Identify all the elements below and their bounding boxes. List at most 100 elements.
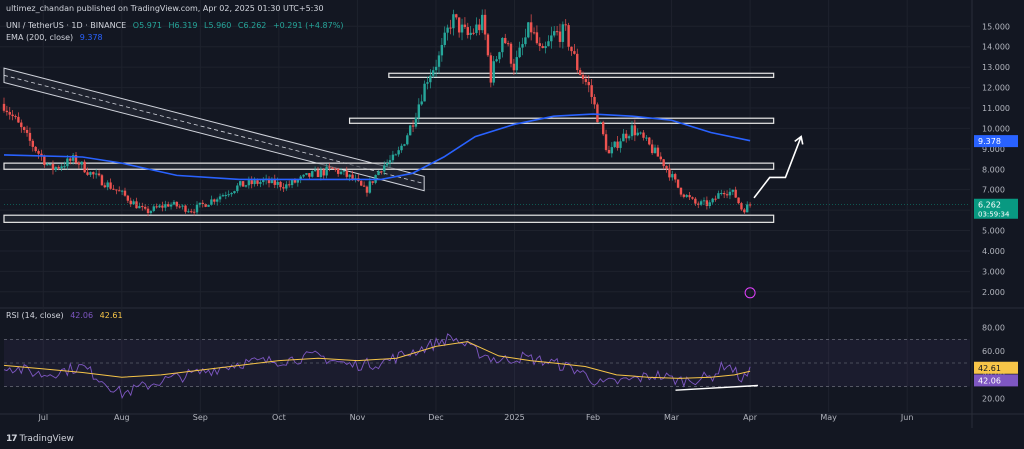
candle-body: [236, 185, 239, 192]
time-tick-label: Mar: [664, 413, 680, 422]
rsi-tick-label: 20.00: [982, 395, 1005, 404]
candle-body: [529, 22, 533, 33]
brand-text: TradingView: [19, 434, 74, 444]
candle-body: [564, 24, 567, 26]
candle-body: [385, 163, 389, 166]
candle-body: [204, 203, 207, 207]
time-tick-label: Feb: [586, 413, 600, 422]
candle-body: [743, 209, 746, 213]
candle-body: [221, 195, 225, 197]
candle-body: [94, 173, 98, 175]
candle-body: [51, 163, 55, 170]
price-tick-label: 5.000: [982, 227, 1005, 236]
candle-body: [668, 168, 671, 178]
candle-body: [282, 187, 285, 189]
candle-body: [501, 37, 504, 53]
price-tick-label: 13.000: [982, 63, 1010, 72]
candle-body: [43, 156, 46, 165]
candle-body: [262, 180, 265, 183]
candle-body: [627, 136, 631, 139]
candle-body: [100, 175, 104, 186]
candle-body: [34, 146, 37, 152]
candle-body: [599, 122, 602, 124]
candle-body: [400, 145, 403, 151]
candle-body: [613, 141, 616, 148]
rsi-tick-label: 60.00: [982, 347, 1005, 356]
candle-body: [720, 193, 723, 195]
candle-body: [515, 57, 518, 71]
candle-body: [498, 52, 501, 60]
candle-body: [443, 32, 446, 45]
candle-body: [553, 31, 556, 36]
candle-body: [339, 171, 343, 174]
candle-body: [138, 206, 141, 209]
candle-body: [103, 185, 107, 188]
candle-body: [256, 180, 259, 184]
candle-body: [351, 174, 354, 179]
candle-body: [509, 43, 513, 64]
candle-body: [541, 46, 544, 49]
candle-body: [397, 150, 400, 155]
candle-body: [673, 174, 677, 180]
candle-body: [699, 201, 703, 205]
candle-body: [737, 197, 740, 204]
candle-body: [590, 85, 593, 97]
candle-body: [69, 158, 72, 161]
candle-body: [633, 125, 637, 136]
price-tick-label: 7.000: [982, 186, 1005, 195]
chart-canvas[interactable]: 15.00014.00013.00012.00011.00010.0009.00…: [0, 0, 1024, 449]
candle-body: [22, 127, 26, 130]
candle-body: [717, 193, 720, 199]
candle-body: [227, 194, 230, 196]
rsi-value: 42.06: [70, 311, 94, 320]
candle-body: [77, 162, 81, 165]
candle-body: [489, 55, 493, 83]
candle-body: [37, 151, 40, 154]
rsi-ma-tag-text: 42.61: [978, 364, 1001, 373]
candle-body: [521, 44, 524, 48]
symbol-text[interactable]: UNI / TetherUS · 1D · BINANCE: [6, 21, 126, 30]
candle-body: [486, 34, 490, 56]
candle-body: [547, 41, 550, 47]
candle-body: [711, 198, 714, 203]
candle-body: [449, 27, 452, 29]
time-tick-label: Dec: [428, 413, 443, 422]
candle-body: [446, 27, 449, 33]
candle-body: [279, 181, 282, 188]
candle-body: [377, 171, 380, 176]
candle-body: [146, 208, 150, 214]
candle-body: [550, 35, 553, 42]
candle-body: [290, 179, 294, 186]
candle-body: [581, 74, 585, 80]
chart-root: 15.000 14.000 13.000 12.000 11.000 10.000 9.00…: [0, 0, 1024, 449]
rsi-label[interactable]: RSI (14, close): [6, 311, 64, 320]
tradingview-logo[interactable]: 17 TradingView: [6, 434, 74, 444]
candle-body: [123, 190, 127, 196]
candle-body: [86, 172, 89, 175]
time-tick-label: Jul: [37, 413, 48, 422]
price-tick-label: 15.000: [982, 22, 1010, 31]
candle-body: [371, 181, 374, 183]
candle-body: [607, 149, 611, 154]
candle-body: [331, 167, 334, 169]
candle-body: [610, 147, 614, 154]
candle-body: [319, 169, 323, 178]
candle-body: [201, 202, 204, 204]
ema-label[interactable]: EMA (200, close): [6, 33, 73, 42]
candle-body: [198, 202, 202, 205]
rsi-tag-text: 42.06: [978, 376, 1001, 385]
candle-body: [250, 180, 253, 185]
candle-body: [625, 133, 628, 139]
candle-body: [302, 174, 305, 177]
candle-body: [149, 210, 153, 214]
candle-body: [593, 96, 596, 105]
time-tick-label: Aug: [114, 413, 130, 422]
last-price-tag-text: 6.262: [978, 201, 1001, 210]
candle-body: [213, 199, 216, 202]
candle-body: [48, 163, 52, 165]
candle-body: [512, 63, 516, 71]
publisher-text: ultimez_chandan published on TradingView…: [6, 4, 324, 13]
candle-body: [495, 59, 498, 62]
candle-body: [192, 211, 196, 213]
candle-body: [120, 190, 124, 192]
